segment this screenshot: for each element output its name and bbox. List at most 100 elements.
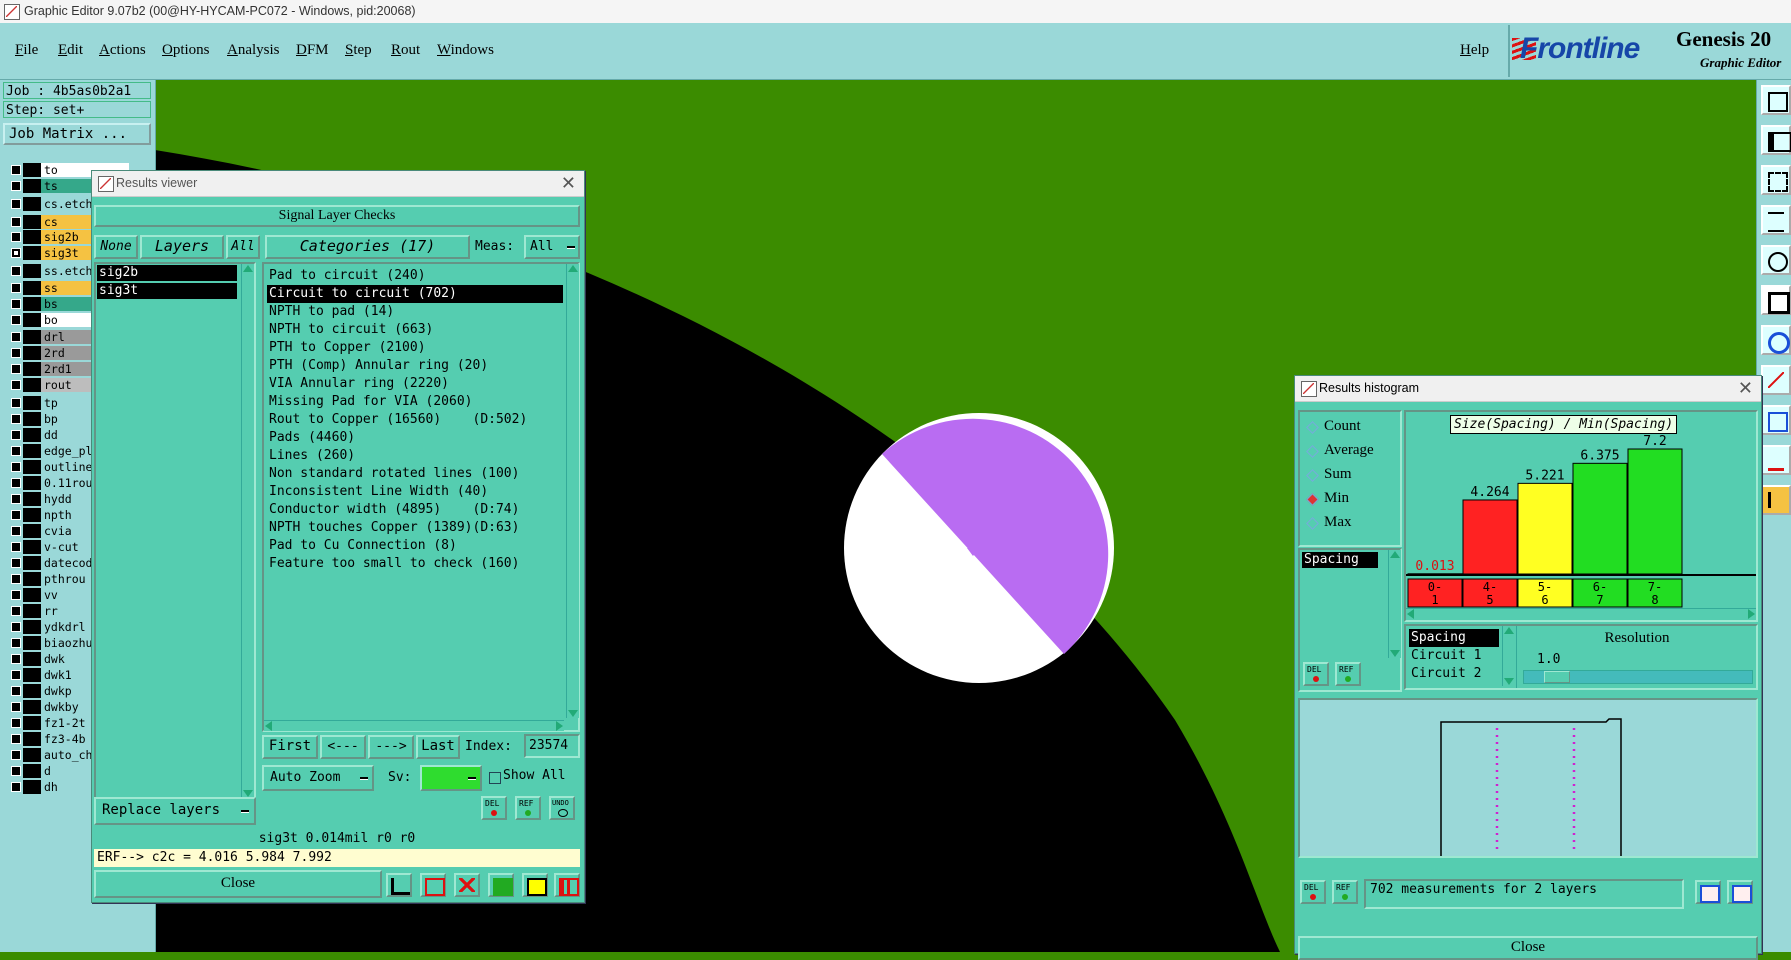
histogram-bar[interactable] xyxy=(1463,500,1517,574)
category-list[interactable]: Pad to circuit (240)Circuit to circuit (… xyxy=(262,262,580,732)
measure-list-vscrollbar[interactable] xyxy=(1502,626,1515,686)
auto-zoom-dropdown[interactable]: Auto Zoom xyxy=(262,765,374,791)
layer-checkbox[interactable] xyxy=(11,782,21,792)
replace-layers-dropdown[interactable]: Replace layers xyxy=(94,797,256,825)
menu-help[interactable]: Help xyxy=(1460,42,1489,59)
histogram-close-button[interactable]: Close xyxy=(1298,936,1758,960)
list-tool-icon[interactable] xyxy=(522,873,548,897)
layer-checkbox[interactable] xyxy=(11,654,21,664)
tool-net-icon[interactable] xyxy=(1761,325,1791,355)
menu-step[interactable]: Step xyxy=(345,42,372,59)
histogram-bar[interactable] xyxy=(1573,463,1627,574)
menu-rout[interactable]: Rout xyxy=(391,42,420,59)
close-button[interactable]: Close xyxy=(94,870,382,898)
del-button[interactable]: DEL xyxy=(481,796,507,820)
tool-warning-icon[interactable] xyxy=(1761,445,1791,475)
prev-button[interactable]: <--- xyxy=(320,735,366,759)
menu-dfm[interactable]: DFM xyxy=(296,42,329,59)
menu-file[interactable]: File xyxy=(15,42,38,59)
category-item[interactable]: PTH (Comp) Annular ring (20) xyxy=(267,357,563,375)
measure-type-list[interactable]: Spacing DEL REF xyxy=(1298,548,1402,692)
category-item[interactable]: NPTH touches Copper (1389)(D:63) xyxy=(267,519,563,537)
export-icon[interactable] xyxy=(1695,880,1721,904)
hist-ref-button[interactable]: REF xyxy=(1335,662,1361,686)
sv-color-dropdown[interactable] xyxy=(420,765,482,791)
report-tool-icon[interactable] xyxy=(420,873,446,897)
chart-tool-icon[interactable] xyxy=(386,873,412,897)
layer-checkbox[interactable] xyxy=(11,165,21,175)
layer-checkbox[interactable] xyxy=(11,348,21,358)
menu-analysis[interactable]: Analysis xyxy=(227,42,280,59)
tool-line-icon[interactable] xyxy=(1761,365,1791,395)
clear-tool-icon[interactable] xyxy=(454,873,480,897)
layer-checkbox[interactable] xyxy=(11,266,21,276)
menu-options[interactable]: Options xyxy=(162,42,210,59)
category-item[interactable]: NPTH to pad (14) xyxy=(267,303,563,321)
hist-del-button[interactable]: DEL xyxy=(1303,662,1329,686)
sort-tool-icon[interactable] xyxy=(488,873,514,897)
category-item[interactable]: PTH to Copper (2100) xyxy=(267,339,563,357)
category-item[interactable]: Inconsistent Line Width (40) xyxy=(267,483,563,501)
index-input[interactable]: 23574 xyxy=(524,734,580,758)
layer-checkbox[interactable] xyxy=(11,590,21,600)
category-item[interactable]: Feature too small to check (160) xyxy=(267,555,563,573)
layer-checkbox[interactable] xyxy=(11,364,21,374)
chart-hscrollbar[interactable] xyxy=(1406,608,1756,619)
layer-checkbox[interactable] xyxy=(11,380,21,390)
resolution-slider[interactable] xyxy=(1523,670,1753,684)
layer-checkbox[interactable] xyxy=(11,526,21,536)
layer-checkbox[interactable] xyxy=(11,766,21,776)
histogram-bar[interactable] xyxy=(1518,483,1572,574)
layers-button[interactable]: Layers xyxy=(140,235,224,259)
result-layer-item[interactable]: sig3t xyxy=(97,283,237,299)
layer-checkbox[interactable] xyxy=(11,542,21,552)
meas-dropdown[interactable]: All xyxy=(524,235,580,259)
layer-checkbox[interactable] xyxy=(11,332,21,342)
last-button[interactable]: Last xyxy=(416,735,460,759)
menu-actions[interactable]: Actions xyxy=(99,42,146,59)
layer-checkbox[interactable] xyxy=(11,199,21,209)
layer-checkbox[interactable] xyxy=(11,622,21,632)
layer-checkbox[interactable] xyxy=(11,638,21,648)
job-matrix-button[interactable]: Job Matrix ... xyxy=(3,123,151,145)
tool-pointer-icon[interactable] xyxy=(1761,485,1791,515)
tool-pad-icon[interactable] xyxy=(1761,405,1791,435)
layer-list-vscrollbar[interactable] xyxy=(241,264,254,798)
layer-checkbox[interactable] xyxy=(11,606,21,616)
category-item[interactable]: Pad to Cu Connection (8) xyxy=(267,537,563,555)
category-item[interactable]: Rout to Copper (16560) (D:502) xyxy=(267,411,563,429)
tool-measure-icon[interactable] xyxy=(1761,205,1791,235)
layer-checkbox[interactable] xyxy=(11,702,21,712)
all-button[interactable]: All xyxy=(226,235,260,259)
layer-results-list[interactable]: sig2bsig3t xyxy=(94,262,256,812)
measure-item[interactable]: Circuit 1 xyxy=(1409,647,1499,665)
category-item[interactable]: NPTH to circuit (663) xyxy=(267,321,563,339)
layer-checkbox[interactable] xyxy=(11,414,21,424)
tool-fit-icon[interactable] xyxy=(1761,165,1791,195)
layer-checkbox[interactable] xyxy=(11,462,21,472)
layer-checkbox[interactable] xyxy=(11,446,21,456)
layer-checkbox[interactable] xyxy=(11,430,21,440)
layer-checkbox[interactable] xyxy=(11,734,21,744)
layer-checkbox[interactable] xyxy=(11,718,21,728)
layer-checkbox[interactable] xyxy=(11,558,21,568)
close-icon[interactable]: ✕ xyxy=(1738,378,1753,399)
layer-checkbox[interactable] xyxy=(11,315,21,325)
layer-checkbox[interactable] xyxy=(11,398,21,408)
preview-del-button[interactable]: DEL xyxy=(1300,880,1326,904)
close-icon[interactable]: ✕ xyxy=(561,173,576,194)
histogram-bar[interactable] xyxy=(1628,449,1682,574)
ref-button[interactable]: REF xyxy=(515,796,541,820)
undo-button[interactable]: UNDO xyxy=(549,796,575,820)
category-list-hscrollbar[interactable] xyxy=(264,720,564,731)
category-item[interactable]: VIA Annular ring (2220) xyxy=(267,375,563,393)
tool-snap-icon[interactable] xyxy=(1761,245,1791,275)
tool-zoom-home-icon[interactable] xyxy=(1761,85,1791,115)
menu-windows[interactable]: Windows xyxy=(437,42,494,59)
resolution-slider-handle[interactable] xyxy=(1544,671,1570,683)
preview-ref-button[interactable]: REF xyxy=(1332,880,1358,904)
category-item[interactable]: Pad to circuit (240) xyxy=(267,267,563,285)
category-item[interactable]: Conductor width (4895) (D:74) xyxy=(267,501,563,519)
layer-checkbox[interactable] xyxy=(11,750,21,760)
category-list-vscrollbar[interactable] xyxy=(566,264,579,718)
